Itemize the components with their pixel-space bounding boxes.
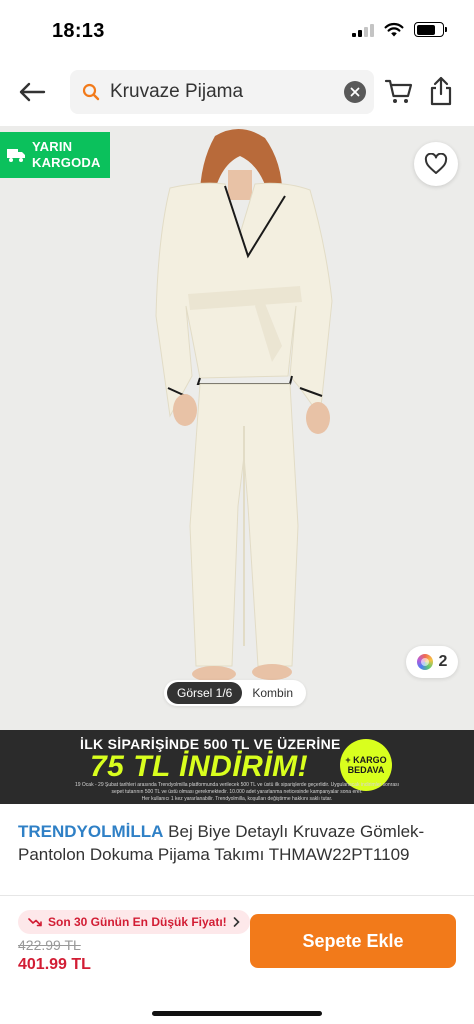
lowest-price-badge[interactable]: Son 30 Günün En Düşük Fiyatı! <box>18 910 250 934</box>
color-count: 2 <box>438 653 448 670</box>
search-header: Kruvaze Pijama <box>0 62 474 122</box>
gallery-combine-tab[interactable]: Kombin <box>242 682 303 704</box>
brand-link[interactable]: TRENDYOLMİLLA <box>18 822 163 841</box>
promo-fine-print: sepet tutarının 500 TL ve üstü olması ge… <box>111 789 363 795</box>
cart-icon[interactable] <box>384 76 414 106</box>
promo-badge-line1: + KARGO <box>345 755 387 765</box>
clear-icon <box>350 87 360 97</box>
promo-fine-print: 19 Ocak - 29 Şubat tarihleri arasında Tr… <box>74 782 400 788</box>
sale-price: 401.99 TL <box>18 956 91 973</box>
promo-badge-line2: BEDAVA <box>347 765 385 775</box>
status-icons <box>352 22 447 37</box>
favorite-button[interactable] <box>414 142 458 186</box>
divider <box>0 895 474 896</box>
status-bar: 18:13 <box>0 0 474 60</box>
cargo-badge-line1: YARIN <box>32 139 73 154</box>
heart-icon <box>424 153 448 174</box>
clear-search-button[interactable] <box>344 81 366 103</box>
color-wheel-icon <box>416 654 433 670</box>
home-indicator <box>152 1011 322 1016</box>
promo-discount: 75 TL İNDİRİM! <box>90 750 309 783</box>
chevron-right-icon <box>233 917 240 927</box>
search-query[interactable]: Kruvaze Pijama <box>110 81 344 103</box>
back-arrow-icon <box>19 82 46 102</box>
add-to-cart-button[interactable]: Sepete Ekle <box>250 914 456 968</box>
product-photo <box>0 126 474 730</box>
promo-banner[interactable]: İLK SİPARİŞİNDE 500 TL VE ÜZERİNE 75 TL … <box>0 730 474 804</box>
color-options-button[interactable]: 2 <box>406 646 458 678</box>
battery-icon <box>414 22 447 37</box>
status-time: 18:13 <box>52 20 105 42</box>
trend-down-icon <box>28 918 42 927</box>
search-input[interactable]: Kruvaze Pijama <box>70 70 374 114</box>
back-button[interactable] <box>14 74 50 110</box>
truck-icon <box>7 149 25 162</box>
gallery-images-tab[interactable]: Görsel 1/6 <box>167 682 243 704</box>
old-price: 422.99 TL <box>18 937 81 953</box>
cargo-badge-line2: KARGODA <box>32 155 101 170</box>
wifi-icon <box>384 22 404 37</box>
search-icon <box>82 83 100 101</box>
product-title: TRENDYOLMİLLA Bej Biye Detaylı Kruvaze G… <box>18 820 458 866</box>
gallery-toggle: Görsel 1/6 Kombin <box>164 680 307 706</box>
next-day-cargo-badge: YARIN KARGODA <box>0 132 110 178</box>
lowest-price-label: Son 30 Günün En Düşük Fiyatı! <box>48 915 227 929</box>
signal-icon <box>352 23 374 37</box>
promo-fine-print: Her kullanıcı 1 kez yararlanabilir. Tren… <box>141 796 333 802</box>
share-icon[interactable] <box>428 76 454 106</box>
cargo-badge-text: YARIN KARGODA <box>32 139 101 171</box>
product-image[interactable]: YARIN KARGODA 2 Görsel 1/6 Kombin <box>0 126 474 730</box>
